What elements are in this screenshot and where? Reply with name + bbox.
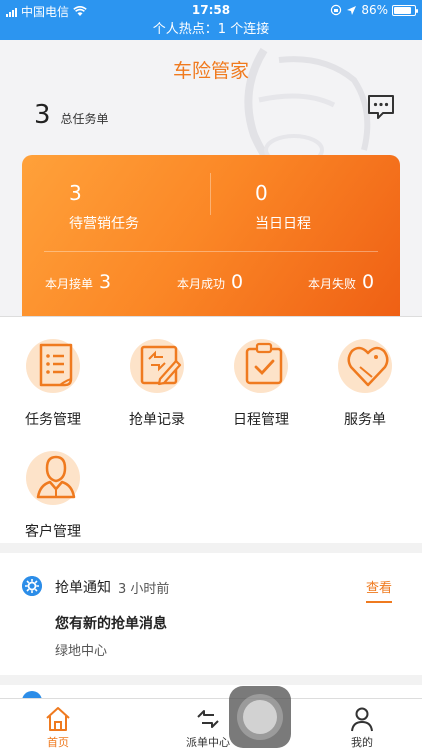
notice-headline: 您有新的抢单消息 <box>55 616 167 632</box>
location-arrow-icon <box>347 5 357 15</box>
notice-time: 3 小时前 <box>118 582 170 597</box>
service-tag-icon <box>347 346 389 387</box>
month-success: 本月成功 0 <box>177 271 243 293</box>
schedule-count[interactable]: 0 <box>255 181 268 205</box>
total-tasks-count: 3 <box>34 100 51 130</box>
section-divider <box>0 675 422 685</box>
home-icon <box>46 707 70 731</box>
month-orders-label: 本月接单 <box>45 277 94 291</box>
month-orders: 本月接单 3 <box>45 271 111 293</box>
main-panel: 任务管理 抢单记录 日程管理 服务单 客户管理 抢单通知 3 小时前 查看 您有… <box>0 316 422 711</box>
app-title: 车险管家 <box>172 60 249 82</box>
month-orders-value: 3 <box>99 271 112 293</box>
view-button[interactable]: 查看 <box>366 577 393 603</box>
month-fail: 本月失败 0 <box>308 271 374 293</box>
grab-notice-card[interactable]: 抢单通知 3 小时前 查看 您有新的抢单消息 绿地中心 <box>0 553 422 673</box>
grid-item-customer-management[interactable]: 客户管理 <box>3 451 103 541</box>
rotation-lock-icon <box>331 4 342 16</box>
customer-icon <box>36 455 76 499</box>
schedule-label[interactable]: 当日日程 <box>255 213 311 233</box>
grid-label-service-orders: 服务单 <box>344 412 386 428</box>
header: 车险管家 3 总任务单 3 待营销任务 0 当日日程 本月接单 3 本月成功 0… <box>0 40 422 316</box>
grid-label-task-management: 任务管理 <box>25 412 81 428</box>
summary-card: 3 待营销任务 0 当日日程 本月接单 3 本月成功 0 本月失败 0 <box>22 155 400 316</box>
tab-profile-label: 我的 <box>351 736 373 749</box>
notice-body: 绿地中心 <box>55 644 108 659</box>
grab-record-icon <box>140 345 182 386</box>
battery-icon <box>392 4 418 16</box>
grid-item-task-management[interactable]: 任务管理 <box>3 339 103 429</box>
tab-home-label: 首页 <box>47 736 69 749</box>
pending-count[interactable]: 3 <box>69 181 82 205</box>
grid-item-grab-records[interactable]: 抢单记录 <box>107 339 207 429</box>
schedule-icon <box>245 342 283 385</box>
message-icon[interactable] <box>366 93 396 121</box>
total-tasks-label: 总任务单 <box>60 112 109 126</box>
notice-title: 抢单通知 <box>55 580 111 596</box>
divider <box>44 251 378 252</box>
dispatch-icon <box>197 710 219 728</box>
battery-percent: 86% <box>361 3 388 17</box>
grid-item-schedule[interactable]: 日程管理 <box>211 339 311 429</box>
user-icon <box>351 707 373 732</box>
month-fail-label: 本月失败 <box>308 277 357 291</box>
divider <box>210 173 211 215</box>
tab-bar: 首页 派单中心 我的 <box>0 698 422 750</box>
month-success-label: 本月成功 <box>177 277 226 291</box>
grid-item-service-orders[interactable]: 服务单 <box>315 339 415 429</box>
gear-icon <box>22 576 42 596</box>
assistive-touch-button[interactable] <box>229 686 291 748</box>
pending-label[interactable]: 待营销任务 <box>69 213 139 233</box>
tab-home[interactable]: 首页 <box>8 699 108 750</box>
task-list-icon <box>39 343 73 387</box>
month-fail-value: 0 <box>362 271 375 293</box>
grid-label-schedule: 日程管理 <box>233 412 289 428</box>
grid-label-grab-records: 抢单记录 <box>129 412 185 428</box>
total-tasks[interactable]: 3 总任务单 <box>34 100 109 130</box>
section-divider <box>0 543 422 553</box>
month-success-value: 0 <box>231 271 244 293</box>
status-bar: 中国电信 17:58 86% <box>0 0 422 20</box>
hotspot-banner[interactable]: 个人热点：1 个连接 <box>0 20 422 40</box>
tab-profile[interactable]: 我的 <box>312 699 412 750</box>
grid-label-customer-management: 客户管理 <box>25 524 81 540</box>
